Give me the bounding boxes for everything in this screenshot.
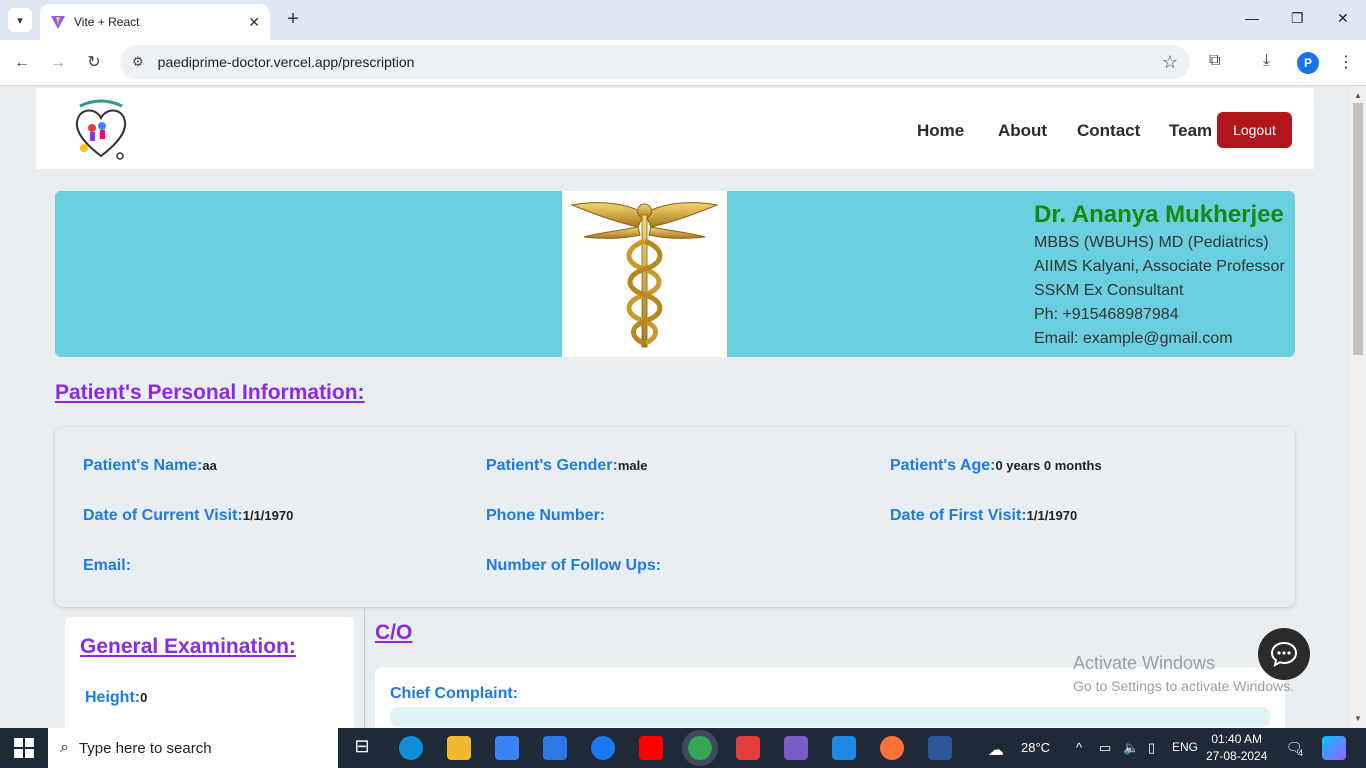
paediprime-logo[interactable] <box>70 98 132 162</box>
bookmark-star-icon[interactable]: ☆ <box>1162 52 1178 73</box>
notification-count: 4 <box>1298 748 1304 758</box>
task-view-icon[interactable]: ⊟ <box>350 736 374 760</box>
profile-avatar[interactable]: P <box>1297 52 1319 74</box>
doctor-email: Email: example@gmail.com <box>1034 330 1233 347</box>
browser-tab-bar: ▾ Vite + React ✕ + — ❐ ✕ <box>0 0 1366 40</box>
store-icon[interactable] <box>495 736 519 760</box>
git-icon[interactable] <box>784 736 808 760</box>
url-text[interactable]: paediprime-doctor.vercel.app/prescriptio… <box>158 54 1162 70</box>
nav-about-link[interactable]: About <box>998 121 1047 141</box>
close-window-icon[interactable]: ✕ <box>1337 10 1349 27</box>
patient-info-card: Patient's Name:aa Patient's Gender:male … <box>55 427 1295 607</box>
patient-name-field: Patient's Name:aa <box>83 457 217 474</box>
watermark-line2: Go to Settings to activate Windows. <box>1073 678 1294 694</box>
edge-icon[interactable] <box>399 736 423 760</box>
address-bar[interactable]: ⚙ paediprime-doctor.vercel.app/prescript… <box>120 45 1190 79</box>
doctor-position: AIIMS Kalyani, Associate Professor <box>1034 258 1285 275</box>
youtube-icon[interactable] <box>639 736 663 760</box>
clock-time: 01:40 AM <box>1211 732 1263 746</box>
doctor-name: Dr. Ananya Mukherjee <box>1034 201 1284 228</box>
browser-toolbar: ← → ↻ ⚙ paediprime-doctor.vercel.app/pre… <box>0 40 1366 86</box>
co-title: C/O <box>375 621 413 644</box>
word-icon[interactable] <box>928 736 952 760</box>
search-icon: ⌕ <box>60 739 69 756</box>
patient-age-value: 0 years 0 months <box>995 458 1102 473</box>
download-icon[interactable]: ⤓ <box>1263 52 1270 70</box>
patient-info-title: Patient's Personal Information: <box>55 381 365 404</box>
nav-home-link[interactable]: Home <box>917 121 964 141</box>
patient-age-field: Patient's Age:0 years 0 months <box>890 457 1102 474</box>
page-viewport: Home About Contact Team Logout Dr. Anany… <box>0 87 1350 728</box>
chrome-icon[interactable] <box>688 736 712 760</box>
general-exam-title: General Examination: <box>80 635 296 658</box>
vscode-icon[interactable] <box>832 736 856 760</box>
windows-taskbar: ⌕ Type here to search ⊟ ☁ 28°C ^ ▭ 🔈 ▯ E… <box>0 728 1366 768</box>
chat-button[interactable] <box>1258 628 1310 680</box>
patient-name-value: aa <box>202 458 217 473</box>
current-visit-field: Date of Current Visit:1/1/1970 <box>83 507 294 524</box>
minimize-icon[interactable]: — <box>1245 10 1259 26</box>
scroll-thumb[interactable] <box>1353 103 1363 355</box>
tray-chevron-icon[interactable]: ^ <box>1076 740 1082 755</box>
patient-gender-field: Patient's Gender:male <box>486 457 648 474</box>
caduceus-image <box>562 191 727 357</box>
logout-button[interactable]: Logout <box>1217 112 1292 148</box>
new-tab-icon[interactable]: + <box>282 8 304 30</box>
back-icon[interactable]: ← <box>11 52 33 74</box>
forward-icon[interactable]: → <box>47 52 69 74</box>
facebook-icon[interactable] <box>591 736 615 760</box>
nav-team-link[interactable]: Team <box>1169 121 1212 141</box>
firefox-icon[interactable] <box>880 736 904 760</box>
doctor-banner: Dr. Ananya Mukherjee MBBS (WBUHS) MD (Pe… <box>55 191 1295 357</box>
first-visit-field: Date of First Visit:1/1/1970 <box>890 507 1078 524</box>
height-field: Height:0 <box>85 689 148 706</box>
copilot-icon[interactable] <box>1322 736 1346 760</box>
nav-contact-link[interactable]: Contact <box>1077 121 1140 141</box>
taskbar-clock[interactable]: 01:40 AM 27-08-2024 <box>1206 731 1267 765</box>
tab-title: Vite + React <box>74 15 140 29</box>
site-navbar: Home About Contact Team Logout <box>35 87 1315 170</box>
patient-gender-value: male <box>617 458 648 473</box>
weather-temp[interactable]: 28°C <box>1021 740 1050 755</box>
vite-logo-icon <box>51 16 65 29</box>
network-icon[interactable]: ▭ <box>1099 740 1111 756</box>
chat-bubble-icon <box>1270 641 1298 667</box>
site-info-icon[interactable]: ⚙ <box>132 54 144 70</box>
page-scrollbar[interactable]: ▲ ▼ <box>1350 87 1366 728</box>
browser-tab[interactable]: Vite + React ✕ <box>40 4 270 40</box>
current-visit-value: 1/1/1970 <box>242 508 294 523</box>
taskbar-search-box[interactable]: ⌕ Type here to search <box>48 728 338 768</box>
scroll-down-icon[interactable]: ▼ <box>1354 714 1362 723</box>
search-placeholder: Type here to search <box>78 739 212 757</box>
tab-search-dropdown-icon[interactable]: ▾ <box>8 8 32 32</box>
volume-icon[interactable]: 🔈 <box>1123 740 1139 756</box>
file-explorer-icon[interactable] <box>447 736 471 760</box>
tab-close-icon[interactable]: ✕ <box>248 14 260 31</box>
menu-icon[interactable]: ⋮ <box>1338 52 1354 72</box>
app-red-icon[interactable] <box>736 736 760 760</box>
phone-field: Phone Number: <box>486 507 606 524</box>
restore-icon[interactable]: ❐ <box>1291 10 1304 27</box>
clock-date: 27-08-2024 <box>1206 749 1268 763</box>
doctor-ex-position: SSKM Ex Consultant <box>1034 282 1184 299</box>
chief-complaint-label: Chief Complaint: <box>390 685 518 702</box>
doctor-phone: Ph: +915468987984 <box>1034 306 1179 323</box>
weather-icon[interactable]: ☁ <box>988 740 1004 760</box>
extensions-icon[interactable]: ⧉ <box>1209 52 1220 70</box>
language-indicator[interactable]: ENG <box>1172 740 1198 754</box>
windows-start-icon[interactable] <box>14 738 34 758</box>
chief-complaint-input[interactable] <box>390 707 1270 727</box>
follow-ups-field: Number of Follow Ups: <box>486 557 662 574</box>
caduceus-icon <box>570 202 719 348</box>
email-field: Email: <box>83 557 132 574</box>
reload-icon[interactable]: ↻ <box>83 52 105 74</box>
general-exam-card: General Examination: Height:0 <box>65 617 354 728</box>
mail-icon[interactable] <box>543 736 567 760</box>
scroll-up-icon[interactable]: ▲ <box>1354 91 1362 100</box>
column-divider <box>364 607 365 728</box>
first-visit-value: 1/1/1970 <box>1026 508 1078 523</box>
height-value: 0 <box>140 690 148 705</box>
battery-icon[interactable]: ▯ <box>1148 740 1155 756</box>
doctor-degree: MBBS (WBUHS) MD (Pediatrics) <box>1034 234 1269 251</box>
